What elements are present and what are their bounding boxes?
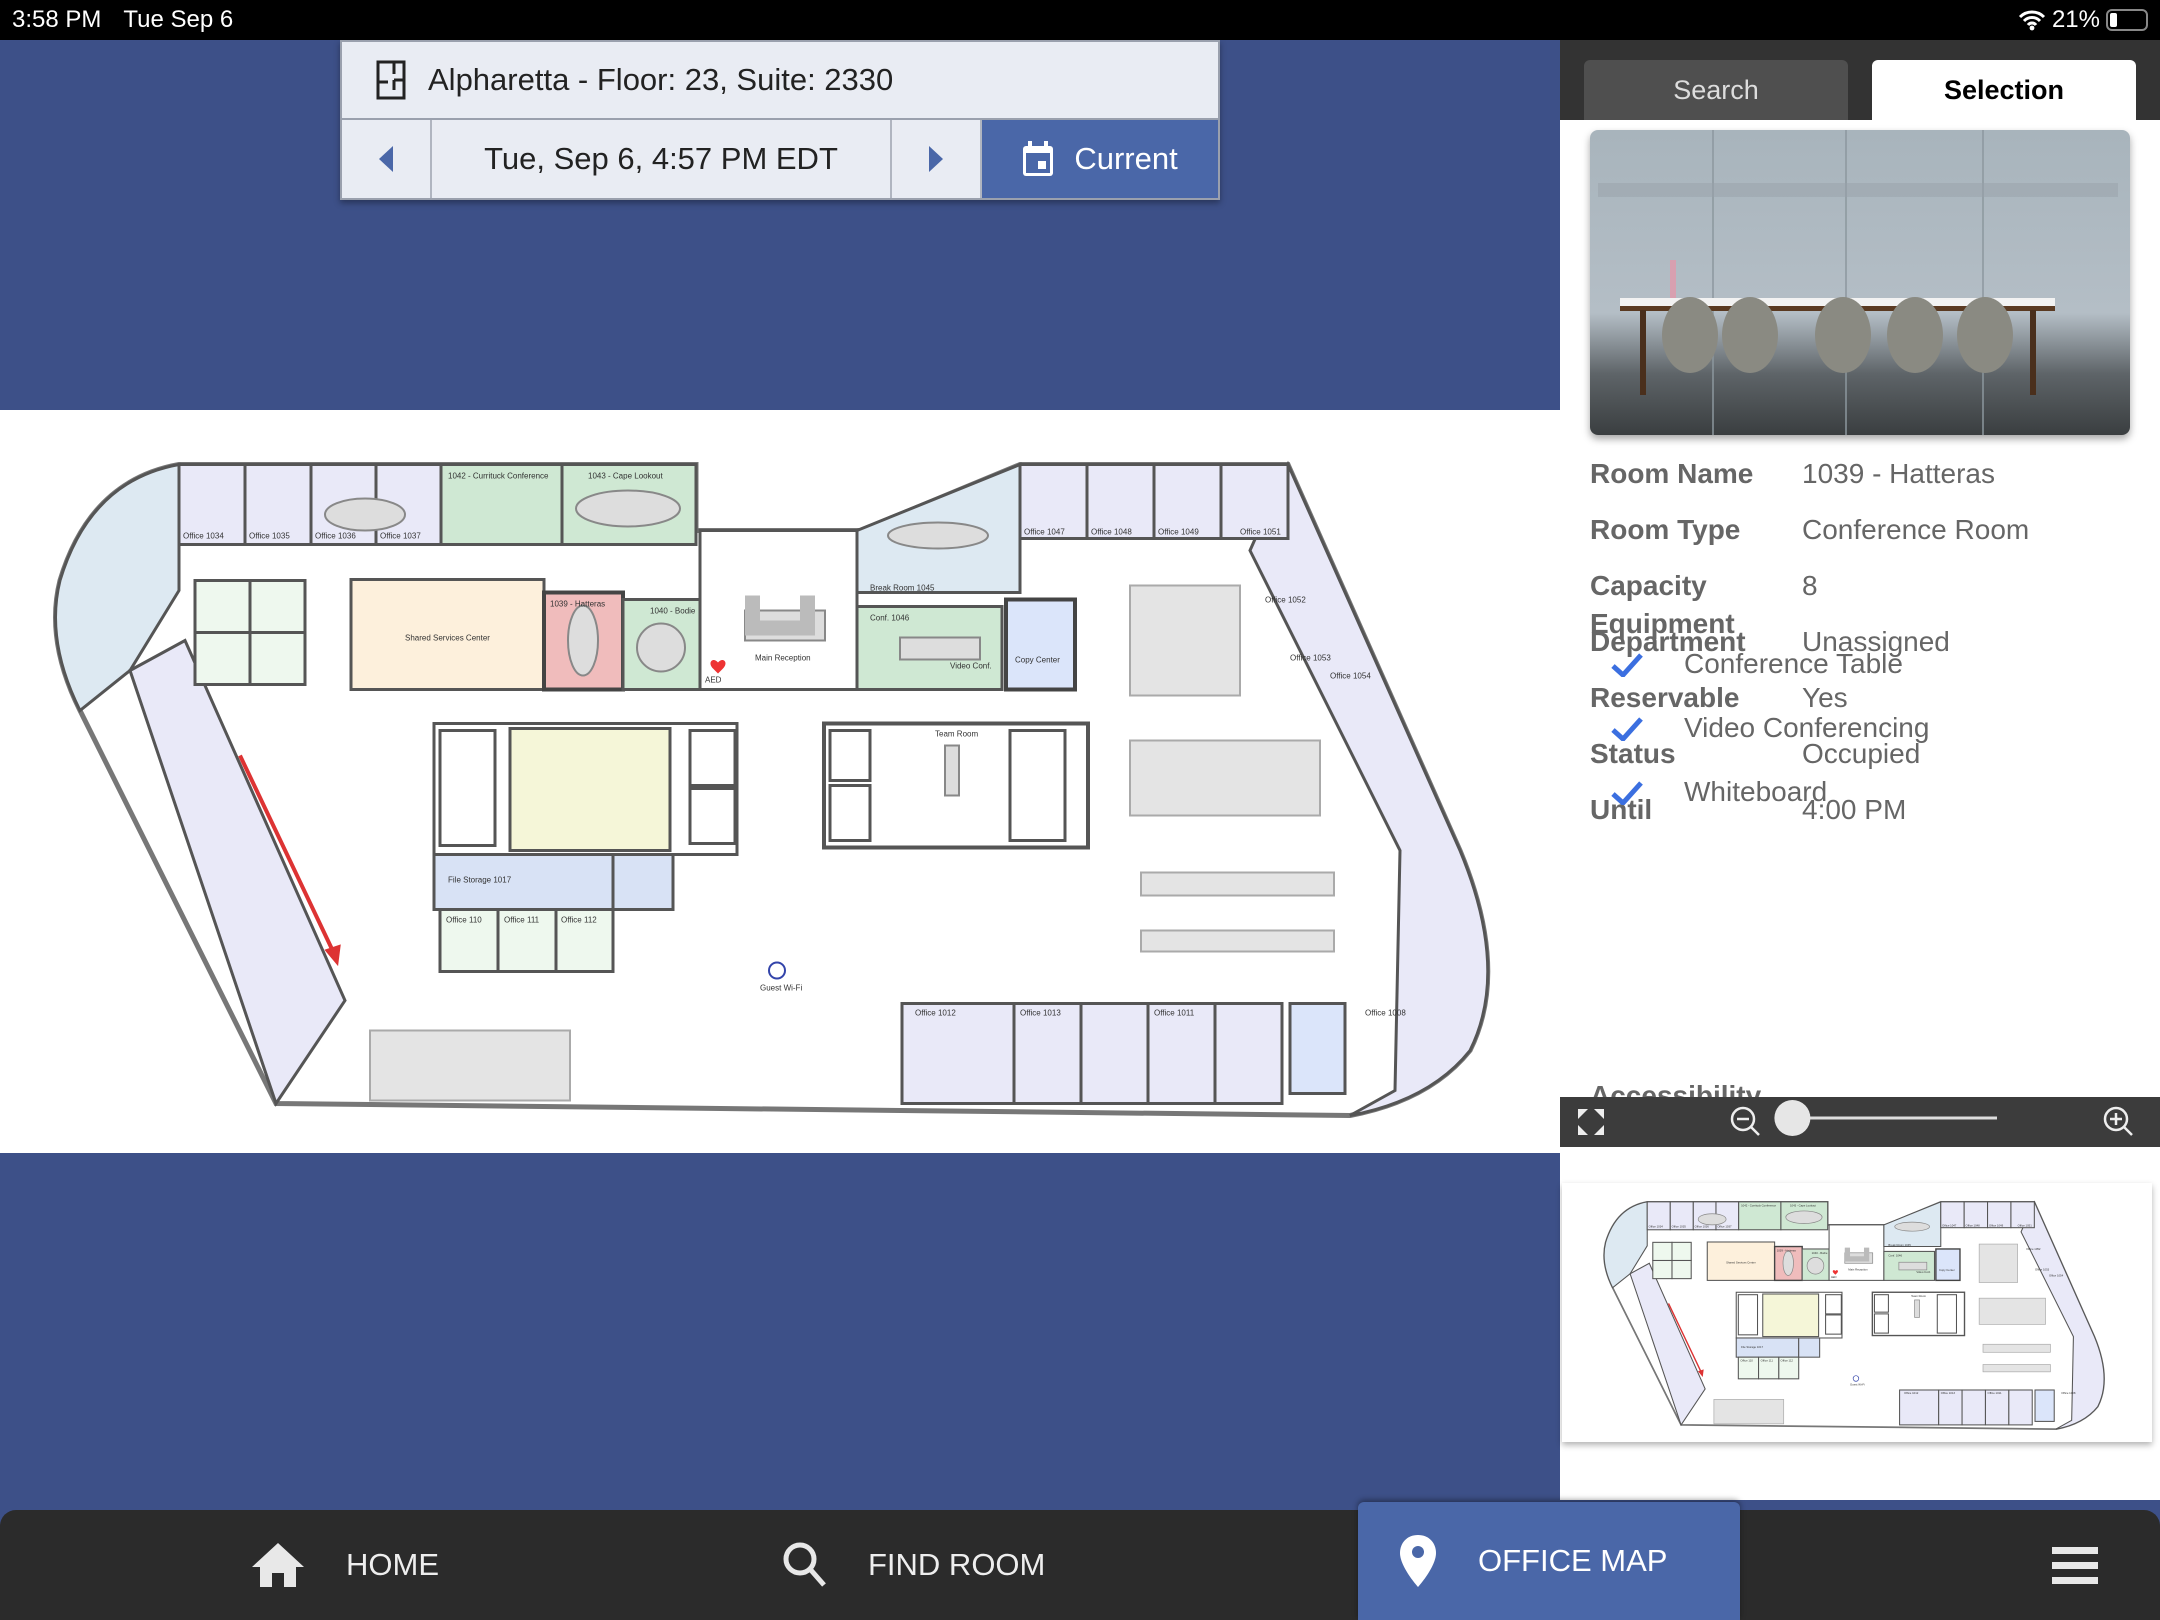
minimap[interactable] (1562, 1183, 2152, 1442)
floor-plan-map[interactable]: 1042 - Currituck Conference 1043 - Cape … (0, 410, 1560, 1153)
equipment-label: Video Conferencing (1684, 712, 1930, 743)
tab-selection[interactable]: Selection (1872, 60, 2136, 120)
room-label: 1040 - Bodie (650, 607, 696, 616)
detail-label: Room Name (1590, 458, 1754, 489)
detail-value: 8 (1802, 570, 1818, 601)
restrooms (508, 727, 672, 852)
room-label: Office 111 (504, 916, 540, 925)
wifi-icon (2018, 10, 2046, 31)
equipment-label: Conference Table (1684, 648, 1903, 679)
room-label: Office 1013 (1020, 1009, 1061, 1018)
detail-label: Room Type (1590, 514, 1741, 545)
room-label: 1042 - Currituck Conference (448, 472, 549, 481)
room-label: Office 1037 (380, 532, 421, 541)
chevron-left-icon (379, 146, 393, 172)
fit-screen-icon[interactable] (1578, 1109, 1604, 1135)
panel-tabs: Search Selection (1560, 40, 2160, 120)
zoom-slider-handle[interactable] (1774, 1100, 1811, 1136)
next-time-button[interactable] (892, 120, 982, 198)
room-label: Copy Center (1015, 656, 1060, 665)
check-icon (1611, 717, 1643, 741)
detail-row: Capacity 8 (1590, 570, 1818, 602)
current-label: Current (1074, 141, 1178, 176)
previous-time-button[interactable] (342, 120, 432, 198)
equipment-label: Whiteboard (1684, 776, 1828, 807)
detail-label: Reservable (1590, 682, 1740, 713)
status-time: 3:58 PM (12, 6, 102, 33)
check-icon (1611, 653, 1643, 677)
room-label: Office 1048 (1091, 528, 1132, 537)
room-label: AED (705, 676, 722, 685)
room-copy-center (1004, 597, 1077, 692)
location-title: Alpharetta - Floor: 23, Suite: 2330 (428, 62, 894, 97)
room-label: Video Conf. (950, 662, 992, 671)
location-header: Alpharetta - Floor: 23, Suite: 2330 Tue,… (340, 40, 1220, 200)
menu-icon (2052, 1547, 2098, 1584)
detail-value: Conference Room (1802, 514, 2030, 545)
room-label: Office 1054 (1330, 672, 1371, 681)
detail-row: Room Name 1039 - Hatteras (1590, 458, 1995, 490)
room-label: Guest Wi-Fi (760, 984, 802, 993)
room-label: Office 110 (446, 916, 482, 925)
room-label: Office 1011 (1154, 1009, 1195, 1018)
current-button[interactable]: Current (982, 120, 1218, 198)
room-label: Office 1047 (1024, 528, 1065, 537)
detail-row: Reservable Yes (1590, 682, 1848, 714)
status-bar: 3:58 PM Tue Sep 6 21% (0, 0, 2160, 40)
equipment-item: Conference Table (1610, 648, 1903, 680)
room-label: Office 1036 (315, 532, 356, 541)
nav-find-room[interactable]: FIND ROOM (782, 1510, 1045, 1620)
search-icon (783, 1542, 826, 1587)
tab-search[interactable]: Search (1584, 60, 1848, 120)
room-photo (1590, 130, 2130, 435)
room-label: Office 1051 (1240, 528, 1281, 537)
zoom-in-icon[interactable] (2103, 1106, 2133, 1136)
room-label: Office 112 (561, 916, 597, 925)
room-label: Office 1034 (183, 532, 224, 541)
zoom-out-icon[interactable] (1730, 1106, 1760, 1136)
detail-value: 1039 - Hatteras (1802, 458, 1995, 489)
nav-home-label: HOME (346, 1547, 439, 1582)
room-label: Office 1008 (1365, 1009, 1406, 1018)
minimap-floor-plan (1603, 1200, 2105, 1430)
zoom-toolbar (1560, 1097, 2160, 1147)
chevron-right-icon (929, 146, 943, 172)
room-label: 1043 - Cape Lookout (588, 472, 664, 481)
nav-office-map-content[interactable]: OFFICE MAP (1398, 1502, 1667, 1620)
room-label: Team Room (935, 730, 978, 739)
room-label: Office 1035 (249, 532, 290, 541)
nav-find-room-label: FIND ROOM (868, 1547, 1046, 1582)
floor-plan-icon (376, 60, 406, 100)
frosted-stripe (1598, 183, 2118, 197)
room-label: Office 1012 (915, 1009, 956, 1018)
room-label: Shared Services Center (405, 634, 490, 643)
detail-value: Yes (1802, 682, 1848, 713)
room-label: Office 1049 (1158, 528, 1199, 537)
battery-icon (2106, 9, 2148, 31)
room-label: Office 1052 (1265, 596, 1306, 605)
floor-plan-drawing[interactable]: 1042 - Currituck Conference 1043 - Cape … (53, 460, 1491, 1119)
home-icon (252, 1543, 304, 1587)
detail-row: Room Type Conference Room (1590, 514, 2029, 546)
nav-office-map-label: OFFICE MAP (1478, 1543, 1668, 1578)
room-label: Main Reception (755, 654, 811, 663)
nav-home[interactable]: HOME (250, 1510, 439, 1620)
status-date: Tue Sep 6 (123, 6, 234, 33)
room-label: Office 1053 (1290, 654, 1331, 663)
menu-button[interactable] (2052, 1510, 2098, 1620)
detail-label: Capacity (1590, 570, 1707, 601)
equipment-item: Video Conferencing (1610, 712, 1929, 744)
room-label: File Storage 1017 (448, 876, 512, 885)
room-label: Break Room 1045 (870, 584, 935, 593)
calendar-icon (1023, 141, 1054, 176)
equipment-item: Whiteboard (1610, 776, 1827, 808)
room-label: 1039 - Hatteras (550, 600, 605, 609)
map-pin-icon (1400, 1535, 1436, 1587)
room-label: Conf. 1046 (870, 614, 910, 623)
battery-percent: 21% (2051, 6, 2100, 33)
datetime-display[interactable]: Tue, Sep 6, 4:57 PM EDT (432, 120, 892, 198)
check-icon (1611, 781, 1643, 805)
equipment-heading: Equipment (1590, 608, 1735, 639)
